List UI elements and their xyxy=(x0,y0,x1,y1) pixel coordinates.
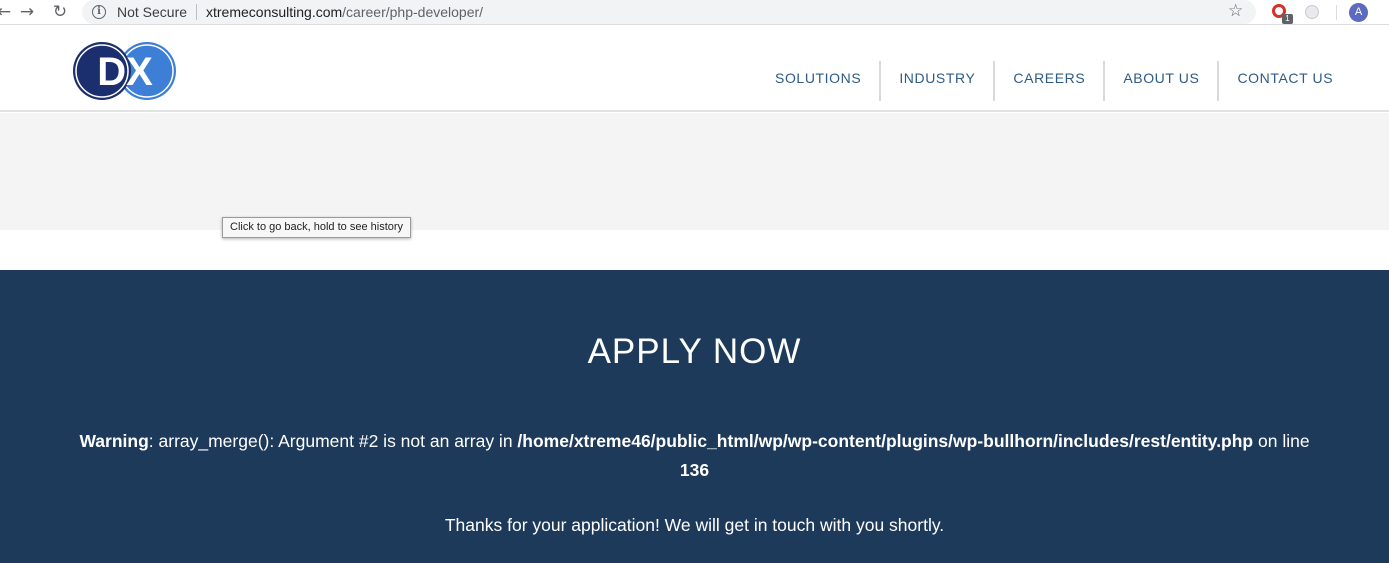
site-header: DX SOLUTIONS INDUSTRY CAREERS ABOUT US C… xyxy=(0,31,1389,112)
back-button-tooltip: Click to go back, hold to see history xyxy=(222,217,412,238)
nav-careers[interactable]: CAREERS xyxy=(993,61,1103,101)
main-navigation: SOLUTIONS INDUSTRY CAREERS ABOUT US CONT… xyxy=(757,61,1351,101)
nav-contact-us[interactable]: CONTACT US xyxy=(1217,61,1351,101)
logo-text: DX xyxy=(97,50,153,94)
forward-arrow-icon[interactable]: → xyxy=(17,2,37,22)
profile-avatar[interactable]: A xyxy=(1349,3,1368,22)
warning-line-number: 136 xyxy=(679,460,710,480)
info-icon[interactable]: i xyxy=(92,5,106,19)
nav-industry[interactable]: INDUSTRY xyxy=(879,61,993,101)
url-domain: xtremeconsulting.com xyxy=(206,4,343,20)
warning-on-line: on line xyxy=(1253,431,1310,451)
url-text[interactable]: xtremeconsulting.com/career/php-develope… xyxy=(206,4,483,20)
php-warning: Warning: array_merge(): Argument #2 is n… xyxy=(60,427,1329,485)
url-separator xyxy=(196,4,197,20)
dx-logo[interactable]: DX xyxy=(72,41,178,101)
extension-badge: 1 xyxy=(1282,14,1293,24)
browser-toolbar: ← → ↻ i Not Secure xtremeconsulting.com/… xyxy=(0,0,1389,25)
bookmark-star-icon[interactable]: ☆ xyxy=(1228,1,1243,21)
warning-message: : array_merge(): Argument #2 is not an a… xyxy=(148,431,518,451)
toolbar-divider xyxy=(1336,5,1337,20)
reload-icon[interactable]: ↻ xyxy=(50,2,70,22)
security-label[interactable]: Not Secure xyxy=(117,4,187,20)
apply-title: APPLY NOW xyxy=(587,332,802,371)
page-banner xyxy=(0,113,1389,230)
nav-about-us[interactable]: ABOUT US xyxy=(1103,61,1217,101)
extension-icon[interactable] xyxy=(1305,5,1319,19)
warning-path: /home/xtreme46/public_html/wp/wp-content… xyxy=(517,431,1254,451)
warning-label: Warning xyxy=(79,431,149,451)
address-bar[interactable]: i Not Secure xtremeconsulting.com/career… xyxy=(82,0,1256,24)
nav-solutions[interactable]: SOLUTIONS xyxy=(757,61,879,101)
url-path: /career/php-developer/ xyxy=(342,4,484,20)
thanks-message: Thanks for your application! We will get… xyxy=(444,515,945,535)
apply-section: APPLY NOW Warning: array_merge(): Argume… xyxy=(0,270,1389,563)
back-arrow-icon[interactable]: ← xyxy=(0,2,14,22)
